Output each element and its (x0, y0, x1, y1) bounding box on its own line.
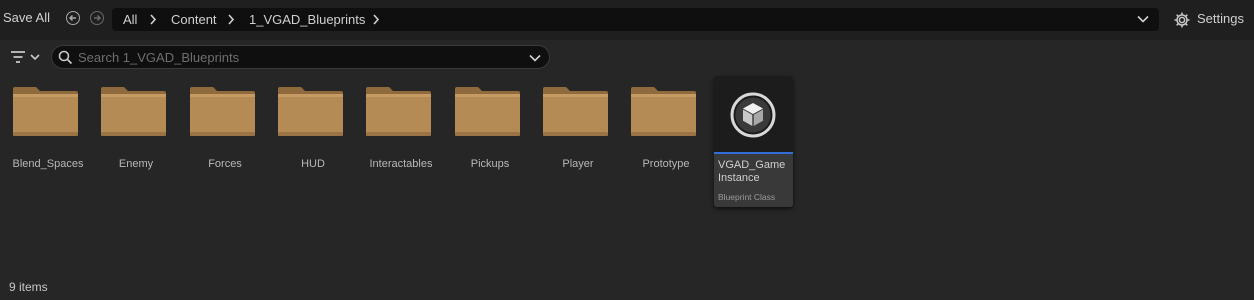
folder-item[interactable]: HUD (277, 82, 349, 182)
folder-name: Blend_Spaces (12, 158, 84, 170)
asset-type: Blueprint Class (718, 192, 776, 202)
asset-name: VGAD_Game Instance (718, 159, 786, 184)
folder-icon (455, 87, 520, 136)
selection-bar (714, 152, 793, 154)
folder-item[interactable]: Forces (189, 82, 261, 182)
folder-name: HUD (301, 158, 325, 170)
item-count: 9 items (9, 280, 48, 294)
save-all-button[interactable]: Save All (3, 10, 50, 25)
asset-thumbnail (714, 76, 793, 152)
folder-name: Forces (208, 158, 242, 170)
folder-icon (366, 87, 431, 136)
folder-item[interactable]: Interactables (365, 82, 437, 182)
chevron-right-icon[interactable] (227, 14, 235, 25)
chevron-right-icon[interactable] (149, 14, 157, 25)
folder-icon (631, 87, 696, 136)
folder-icon (13, 87, 78, 136)
filter-icon (11, 51, 40, 63)
folder-icon (278, 87, 343, 136)
folder-item[interactable]: Pickups (454, 82, 526, 182)
folder-icon (101, 87, 166, 136)
search-bar (51, 45, 550, 69)
folder-name: Pickups (470, 158, 510, 170)
folder-name: Interactables (369, 158, 433, 170)
folder-name: Enemy (118, 158, 154, 170)
folder-name: Prototype (642, 158, 690, 170)
back-icon[interactable] (66, 11, 80, 25)
forward-icon[interactable] (90, 11, 104, 25)
asset-tile[interactable]: VGAD_Game Instance Blueprint Class (714, 76, 793, 207)
breadcrumb: All Content 1_VGAD_Blueprints (112, 8, 1159, 31)
folder-item[interactable]: Prototype (630, 82, 702, 182)
filter-button[interactable] (8, 48, 44, 68)
breadcrumb-1-vgad-blueprints[interactable]: 1_VGAD_Blueprints (249, 12, 365, 27)
toolbar: Save All All Content 1_VGAD_Blueprints S… (0, 0, 1254, 40)
folder-icon (190, 87, 255, 136)
search-input[interactable] (78, 48, 518, 66)
chevron-down-icon[interactable] (1137, 15, 1149, 23)
breadcrumb-content[interactable]: Content (171, 12, 217, 27)
breadcrumb-all[interactable]: All (123, 12, 137, 27)
chevron-down-icon[interactable] (529, 54, 541, 62)
search-icon (58, 50, 73, 65)
folder-item[interactable]: Blend_Spaces (12, 82, 84, 182)
folder-item[interactable]: Enemy (100, 82, 172, 182)
folder-name: Player (562, 158, 594, 170)
chevron-right-icon[interactable] (372, 14, 380, 25)
cube-icon (730, 92, 776, 138)
gear-icon (1174, 12, 1190, 28)
folder-icon (543, 87, 608, 136)
folder-item[interactable]: Player (542, 82, 614, 182)
settings-label: Settings (1197, 11, 1244, 26)
